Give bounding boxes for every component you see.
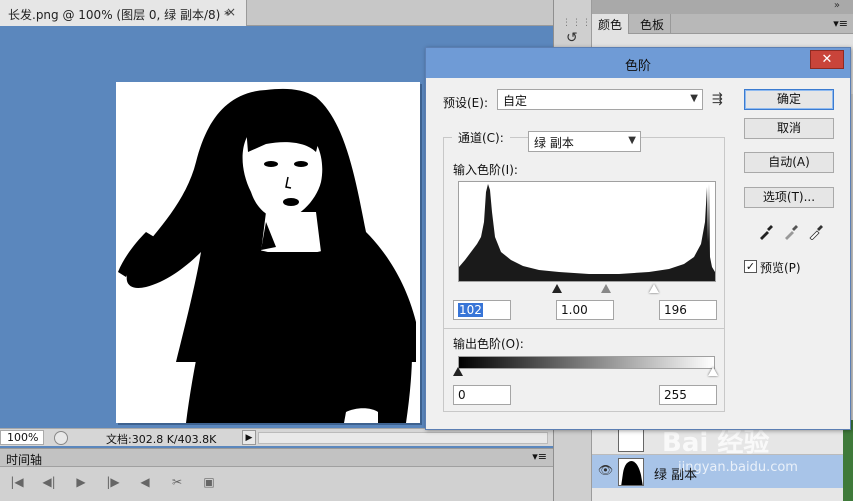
- output-white-value: 255: [664, 388, 687, 402]
- channel-select[interactable]: 绿 副本 ▼: [528, 131, 641, 152]
- channel-label: 通道(C):: [458, 131, 504, 145]
- preview-label: 预览(P): [760, 261, 801, 275]
- zoom-options-icon[interactable]: [54, 431, 68, 445]
- dialog-title: 色阶: [624, 59, 651, 74]
- photo-canvas[interactable]: [116, 82, 420, 423]
- tab-color[interactable]: 颜色: [592, 14, 630, 34]
- panel-menu-icon[interactable]: ▾≡: [532, 450, 547, 463]
- color-panel-tabs: 颜色 色板 ▾≡: [592, 14, 853, 34]
- output-black-field[interactable]: 0: [453, 385, 511, 405]
- input-gamma-field[interactable]: 1.00: [556, 300, 614, 320]
- transition-icon[interactable]: ▣: [200, 475, 218, 495]
- output-black-slider[interactable]: [453, 367, 463, 376]
- timeline-controls: |◀ ◀| ▶ |▶ ◀ ✂ ▣: [0, 475, 218, 495]
- close-icon[interactable]: ×: [226, 5, 236, 19]
- tab-swatches[interactable]: 色板: [634, 14, 672, 34]
- panel-menu-icon[interactable]: ▾≡: [833, 17, 848, 30]
- levels-dialog: 色阶 ✕ 预设(E): 自定 ▼ ⇶ 通道(C): 绿 副本 ▼ 输入色阶(I)…: [425, 47, 851, 430]
- output-white-slider[interactable]: [708, 367, 718, 376]
- gray-eyedropper-icon[interactable]: [782, 224, 800, 242]
- next-frame-icon[interactable]: |▶: [104, 475, 122, 495]
- portrait-image: [118, 88, 417, 423]
- play-icon[interactable]: ▶: [72, 475, 90, 495]
- zoom-field[interactable]: 100%: [0, 430, 44, 445]
- input-white-value: 196: [664, 303, 687, 317]
- status-bar: 100% 文档:302.8 K/403.8K ▶: [0, 428, 553, 446]
- chevron-down-icon: ▼: [690, 93, 698, 104]
- preset-value: 自定: [503, 94, 528, 108]
- timeline-label: 时间轴: [6, 453, 43, 467]
- input-black-slider[interactable]: [552, 284, 562, 293]
- document-info: 文档:302.8 K/403.8K: [106, 433, 217, 446]
- divider: [444, 328, 724, 329]
- watermark-url: jingyan.baidu.com: [678, 460, 798, 475]
- input-gamma-slider[interactable]: [601, 284, 611, 293]
- prev-frame-icon[interactable]: ◀|: [40, 475, 58, 495]
- eye-icon[interactable]: 👁: [598, 463, 613, 477]
- white-eyedropper-icon[interactable]: [807, 224, 825, 242]
- chevron-down-icon: ▼: [628, 135, 636, 146]
- document-tab-title: 长发.png @ 100% (图层 0, 绿 副本/8) *: [8, 8, 231, 22]
- cancel-button[interactable]: 取消: [744, 118, 834, 139]
- history-icon[interactable]: ↺: [566, 30, 578, 46]
- channel-value: 绿 副本: [534, 136, 574, 150]
- input-black-field[interactable]: 102: [453, 300, 511, 320]
- output-white-field[interactable]: 255: [659, 385, 717, 405]
- scissors-icon[interactable]: ✂: [168, 475, 186, 495]
- options-button[interactable]: 选项(T)...: [744, 187, 834, 208]
- horizontal-scrollbar[interactable]: [258, 432, 548, 444]
- input-white-slider[interactable]: [649, 284, 659, 293]
- input-black-value: 102: [458, 303, 483, 317]
- output-black-value: 0: [458, 388, 466, 402]
- background-edge: [843, 420, 853, 501]
- histogram-graph: [459, 184, 715, 281]
- close-button[interactable]: ✕: [810, 50, 844, 69]
- timeline-panel: 时间轴 ▾≡ |◀ ◀| ▶ |▶ ◀ ✂ ▣: [0, 448, 553, 501]
- histogram: [458, 181, 716, 282]
- preset-select[interactable]: 自定 ▼: [497, 89, 703, 110]
- input-white-field[interactable]: 196: [659, 300, 717, 320]
- output-levels-label: 输出色阶(O):: [453, 337, 524, 351]
- document-tab[interactable]: 长发.png @ 100% (图层 0, 绿 副本/8) * ×: [0, 0, 247, 26]
- input-gamma-value: 1.00: [561, 303, 588, 317]
- document-tab-bar: 长发.png @ 100% (图层 0, 绿 副本/8) * ×: [0, 0, 553, 26]
- panel-collapse-bar[interactable]: »: [592, 0, 853, 14]
- preset-label: 预设(E):: [443, 96, 488, 110]
- input-levels-label: 输入色阶(I):: [453, 163, 518, 177]
- channel-legend: 通道(C):: [452, 129, 510, 150]
- layer-thumbnail: [618, 458, 644, 486]
- audio-icon[interactable]: ◀: [136, 475, 154, 495]
- status-menu-arrow-icon[interactable]: ▶: [242, 430, 256, 445]
- first-frame-icon[interactable]: |◀: [8, 475, 26, 495]
- auto-button[interactable]: 自动(A): [744, 152, 834, 173]
- ok-button[interactable]: 确定: [744, 89, 834, 110]
- dialog-titlebar[interactable]: 色阶 ✕: [426, 48, 850, 78]
- black-eyedropper-icon[interactable]: [757, 224, 775, 242]
- preview-checkbox[interactable]: ✓: [744, 260, 757, 273]
- output-gradient: [458, 356, 715, 369]
- timeline-tab[interactable]: 时间轴 ▾≡: [0, 449, 553, 467]
- preset-options-icon[interactable]: ⇶: [712, 92, 723, 107]
